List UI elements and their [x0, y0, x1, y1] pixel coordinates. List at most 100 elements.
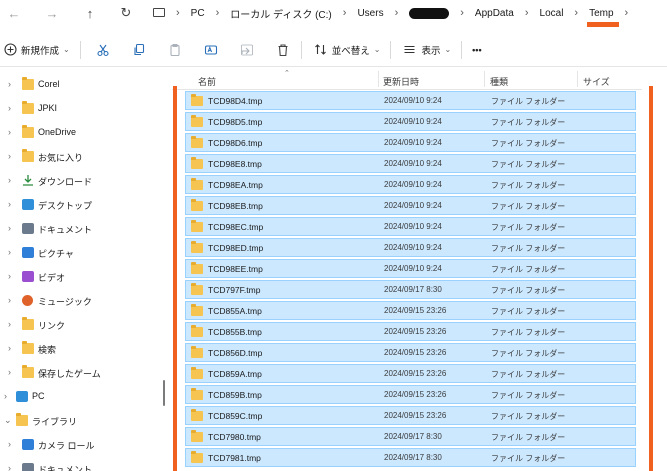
chevron-right-icon[interactable]: › [8, 439, 11, 449]
breadcrumb[interactable]: › PC › ローカル ディスク (C:) › Users › › AppDat… [153, 1, 639, 27]
sidebar-item[interactable]: › お気に入り [0, 144, 160, 168]
forward-button[interactable]: → [40, 1, 64, 25]
file-modified: 2024/09/10 9:24 [384, 243, 442, 252]
sidebar-item[interactable]: › PC [0, 384, 160, 408]
chevron-right-icon[interactable]: › [8, 175, 11, 185]
table-row[interactable]: TCD98D4.tmp 2024/09/10 9:24 ファイル フォルダー [185, 91, 636, 110]
up-button[interactable]: ↑ [78, 1, 102, 25]
library-icon [16, 413, 28, 426]
chevron-right-icon[interactable]: › [8, 271, 11, 281]
sidebar-item[interactable]: › ドキュメント [0, 456, 160, 471]
table-row[interactable]: TCD855A.tmp 2024/09/15 23:26 ファイル フォルダー [185, 301, 636, 320]
folder-icon [191, 430, 203, 442]
file-name: TCD98EC.tmp [208, 222, 264, 232]
view-button-label: 表示 [421, 45, 441, 57]
new-button[interactable]: 新規作成 ⌄ [2, 36, 70, 64]
column-size[interactable]: サイズ [583, 75, 610, 88]
sidebar-item[interactable]: › ドキュメント [0, 216, 160, 240]
table-row[interactable]: TCD859C.tmp 2024/09/15 23:26 ファイル フォルダー [185, 406, 636, 425]
table-row[interactable]: TCD98D6.tmp 2024/09/10 9:24 ファイル フォルダー [185, 133, 636, 152]
rename-button[interactable] [203, 36, 219, 64]
back-button[interactable]: ← [2, 1, 26, 25]
table-row[interactable]: TCD856D.tmp 2024/09/15 23:26 ファイル フォルダー [185, 343, 636, 362]
sidebar-item[interactable]: › 検索 [0, 336, 160, 360]
sidebar-item[interactable]: › Corel [0, 72, 160, 96]
more-options-button[interactable]: ••• [472, 36, 481, 64]
sidebar-scrollbar[interactable] [163, 380, 165, 406]
computer-icon [153, 7, 165, 17]
chevron-right-icon[interactable]: › [8, 103, 11, 113]
breadcrumb-temp[interactable]: Temp [587, 8, 620, 27]
sidebar-item[interactable]: ⌄ ライブラリ [0, 408, 160, 432]
sort-button[interactable]: 並べ替え ⌄ [313, 36, 380, 64]
sidebar-item[interactable]: › ビデオ [0, 264, 160, 288]
file-modified: 2024/09/17 8:30 [384, 453, 442, 462]
breadcrumb-users[interactable]: Users [357, 8, 383, 19]
chevron-right-icon[interactable]: › [8, 367, 11, 377]
sidebar-item[interactable]: › リンク [0, 312, 160, 336]
sidebar-item[interactable]: › カメラ ロール [0, 432, 160, 456]
chevron-right-icon[interactable]: › [8, 223, 11, 233]
chevron-right-icon[interactable]: › [8, 247, 11, 257]
breadcrumb-local[interactable]: Local [540, 8, 564, 19]
paste-button[interactable] [167, 36, 183, 64]
share-button[interactable] [239, 36, 255, 64]
table-row[interactable]: TCD98D5.tmp 2024/09/10 9:24 ファイル フォルダー [185, 112, 636, 131]
table-row[interactable]: TCD98E8.tmp 2024/09/10 9:24 ファイル フォルダー [185, 154, 636, 173]
table-row[interactable]: TCD859A.tmp 2024/09/15 23:26 ファイル フォルダー [185, 364, 636, 383]
sidebar-item[interactable]: › OneDrive [0, 120, 160, 144]
folder-icon [191, 304, 203, 316]
chevron-right-icon[interactable]: › [8, 319, 11, 329]
breadcrumb-redacted-username[interactable] [409, 7, 450, 19]
sidebar-item[interactable]: › デスクトップ [0, 192, 160, 216]
chevron-right-icon[interactable]: › [4, 391, 7, 401]
sidebar-item[interactable]: › 保存したゲーム [0, 360, 160, 384]
column-type[interactable]: 種類 [490, 75, 508, 88]
sidebar-item-label: ミュージック [38, 297, 92, 307]
file-name: TCD797F.tmp [208, 285, 261, 295]
table-row[interactable]: TCD797F.tmp 2024/09/17 8:30 ファイル フォルダー [185, 280, 636, 299]
refresh-button[interactable]: ↻ [114, 1, 138, 25]
sidebar-item-label: JPKI [38, 103, 58, 113]
folder-icon [191, 241, 203, 253]
table-row[interactable]: TCD98ED.tmp 2024/09/10 9:24 ファイル フォルダー [185, 238, 636, 257]
navigation-pane: › Corel › JPKI › OneDrive › お気に入り › ダウンロード › デスクトップ… [0, 68, 165, 471]
file-modified: 2024/09/17 8:30 [384, 432, 442, 441]
document-icon [22, 223, 34, 234]
chevron-right-icon[interactable]: › [8, 151, 11, 161]
chevron-right-icon[interactable]: › [8, 343, 11, 353]
table-row[interactable]: TCD98EA.tmp 2024/09/10 9:24 ファイル フォルダー [185, 175, 636, 194]
table-row[interactable]: TCD7980.tmp 2024/09/17 8:30 ファイル フォルダー [185, 427, 636, 446]
column-modified[interactable]: 更新日時 [383, 75, 419, 88]
chevron-right-icon[interactable]: › [8, 463, 11, 471]
chevron-right-icon[interactable]: › [8, 199, 11, 209]
file-modified: 2024/09/15 23:26 [384, 306, 447, 315]
sidebar-item[interactable]: › ミュージック [0, 288, 160, 312]
table-row[interactable]: TCD98EB.tmp 2024/09/10 9:24 ファイル フォルダー [185, 196, 636, 215]
sidebar-item-label: 検索 [38, 345, 57, 355]
sidebar-item[interactable]: › ピクチャ [0, 240, 160, 264]
chevron-right-icon[interactable]: › [8, 127, 11, 137]
chevron-down-icon[interactable]: ⌄ [4, 415, 12, 426]
breadcrumb-local-disk[interactable]: ローカル ディスク (C:) [230, 6, 332, 21]
table-row[interactable]: TCD859B.tmp 2024/09/15 23:26 ファイル フォルダー [185, 385, 636, 404]
sidebar-item[interactable]: › JPKI [0, 96, 160, 120]
share-icon [239, 42, 255, 58]
table-row[interactable]: TCD98EC.tmp 2024/09/10 9:24 ファイル フォルダー [185, 217, 636, 236]
cut-button[interactable] [95, 36, 111, 64]
table-row[interactable]: TCD98EE.tmp 2024/09/10 9:24 ファイル フォルダー [185, 259, 636, 278]
column-name[interactable]: 名前 [198, 75, 216, 88]
chevron-right-icon[interactable]: › [8, 295, 11, 305]
file-type: ファイル フォルダー [491, 223, 566, 232]
chevron-right-icon[interactable]: › [8, 79, 11, 89]
breadcrumb-pc[interactable]: PC [191, 8, 205, 19]
breadcrumb-appdata[interactable]: AppData [475, 8, 514, 19]
table-row[interactable]: TCD7981.tmp 2024/09/17 8:30 ファイル フォルダー [185, 448, 636, 467]
view-button[interactable]: 表示 ⌄ [401, 36, 451, 64]
delete-button[interactable] [275, 36, 291, 64]
file-modified: 2024/09/15 23:26 [384, 327, 447, 336]
sidebar-item[interactable]: › ダウンロード [0, 168, 160, 192]
copy-button[interactable] [131, 36, 147, 64]
table-row[interactable]: TCD855B.tmp 2024/09/15 23:26 ファイル フォルダー [185, 322, 636, 341]
file-name: TCD7980.tmp [208, 432, 261, 442]
